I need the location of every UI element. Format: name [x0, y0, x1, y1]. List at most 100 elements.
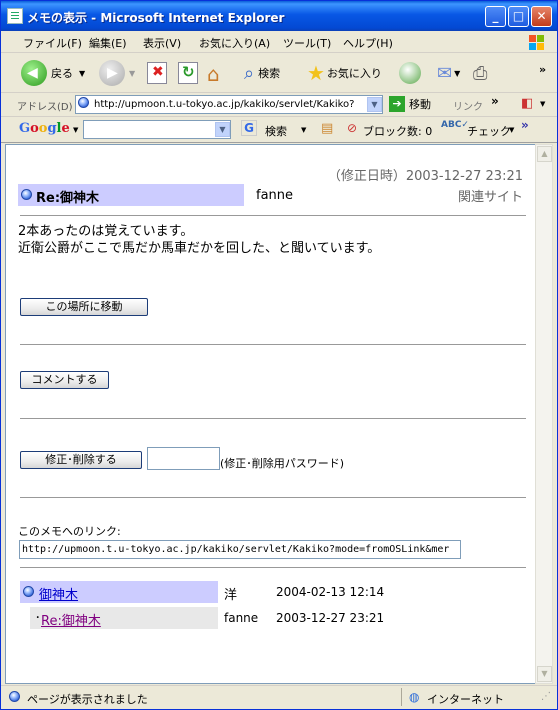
favorites-star-icon: ★ [307, 61, 325, 85]
google-search-input[interactable] [83, 120, 231, 139]
memo-globe-icon [21, 189, 32, 200]
go-button[interactable]: ➔ 移動 [389, 96, 431, 112]
modified-datetime: （修正日時）2003-12-27 23:21 [327, 169, 523, 184]
google-menu-dropdown-icon[interactable]: ▼ [73, 126, 78, 134]
thread-date: 2003-12-27 23:21 [276, 611, 385, 625]
history-icon [399, 62, 421, 84]
window-title: メモの表示 - Microsoft Internet Explorer [27, 11, 285, 25]
divider [20, 215, 526, 216]
links-label[interactable]: リンク [453, 98, 483, 113]
notepad-icon [7, 8, 23, 24]
back-arrow-icon: ◀ [21, 60, 47, 86]
thread-date: 2004-02-13 12:14 [276, 585, 385, 599]
menu-tools[interactable]: ツール(T) [283, 35, 331, 51]
forward-dropdown-icon[interactable]: ▼ [129, 69, 135, 78]
resize-grip-icon[interactable]: ⋰ [541, 691, 551, 702]
translate-dropdown-icon[interactable]: ▼ [540, 100, 545, 108]
search-button[interactable]: ⌕ 検索 [244, 59, 280, 87]
memo-author: fanne [256, 188, 294, 203]
thread-link-root[interactable]: 御神木 [39, 584, 78, 603]
thread-item-reply-bg: ･ Re:御神木 [30, 607, 218, 629]
google-toolbar: Google ▼ ▼ G 検索 ▼ ▤ ⊘ ブロック数: 0 ABC✓ チェック… [1, 117, 557, 143]
close-button[interactable]: ✕ [531, 6, 552, 27]
search-label: 検索 [258, 67, 281, 80]
popup-blocker-icon: ⊘ [347, 121, 358, 135]
go-label: 移動 [409, 98, 431, 111]
forward-button[interactable]: ▶ ▼ [99, 59, 135, 87]
address-url: http://upmoon.t.u-tokyo.ac.jp/kakiko/ser… [94, 99, 355, 110]
vertical-scrollbar[interactable]: ▲ ▼ [535, 144, 553, 684]
print-button[interactable]: ⎙ [473, 59, 487, 87]
menu-edit[interactable]: 編集(E) [89, 35, 127, 51]
mail-button[interactable]: ✉ ▼ [437, 59, 460, 87]
edit-delete-button[interactable]: 修正･削除する [20, 451, 142, 469]
toolbar-more-icon[interactable]: » [539, 55, 546, 83]
title-bar[interactable]: メモの表示 - Microsoft Internet Explorer _ □ … [1, 1, 557, 31]
status-divider [401, 688, 402, 706]
thread-author: 洋 [224, 588, 238, 603]
maximize-button[interactable]: □ [508, 6, 529, 27]
related-sites-link[interactable]: 関連サイト [458, 186, 523, 205]
address-bar: アドレス(D) http://upmoon.t.u-tokyo.ac.jp/ka… [1, 93, 557, 117]
internet-zone-icon: ◍ [409, 690, 420, 704]
divider [20, 418, 526, 419]
back-dropdown-icon[interactable]: ▼ [79, 69, 85, 78]
scroll-up-icon[interactable]: ▲ [537, 146, 552, 162]
back-button[interactable]: ◀ 戻る ▼ [21, 59, 85, 87]
home-button[interactable]: ⌂ [207, 59, 227, 87]
forward-arrow-icon: ▶ [99, 60, 125, 86]
browser-window: メモの表示 - Microsoft Internet Explorer _ □ … [0, 0, 558, 710]
memo-title-bar: Re:御神木 [18, 184, 244, 206]
google-more-icon[interactable]: » [521, 118, 529, 132]
minimize-button[interactable]: _ [485, 6, 506, 27]
printer-icon: ⎙ [473, 62, 488, 84]
memo-link-label: このメモへのリンク: [18, 525, 121, 538]
memo-body-line: 近衛公爵がここで馬だか馬車だかを回した、と聞いています。 [18, 241, 381, 256]
status-bar: ページが表示されました ◍ インターネット ⋰ [1, 685, 557, 709]
memo-link-field[interactable]: http://upmoon.t.u-tokyo.ac.jp/kakiko/ser… [19, 540, 461, 559]
memo-body: 2本あったのは覚えています。 近衛公爵がここで馬だか馬車だかを回した、と聞いてい… [18, 223, 380, 257]
go-arrow-icon: ➔ [389, 96, 405, 112]
google-search-dropdown-icon[interactable]: ▼ [215, 122, 230, 137]
google-g-icon[interactable]: G [241, 120, 257, 136]
menu-view[interactable]: 表示(V) [143, 35, 181, 51]
page-status-icon [9, 691, 20, 702]
address-dropdown-icon[interactable]: ▼ [367, 97, 382, 112]
history-button[interactable] [399, 59, 421, 87]
popup-blocked-count[interactable]: ブロック数: 0 [363, 123, 432, 139]
comment-button[interactable]: コメントする [20, 371, 109, 389]
scroll-down-icon[interactable]: ▼ [537, 666, 552, 682]
bullet-icon: ･ [35, 611, 41, 624]
stop-icon: ✖ [147, 62, 167, 84]
thread-globe-icon [23, 586, 34, 597]
pagerank-icon[interactable]: ▤ [321, 121, 333, 136]
divider [20, 497, 526, 498]
menu-help[interactable]: ヘルプ(H) [343, 35, 393, 51]
menu-favorites[interactable]: お気に入り(A) [199, 35, 270, 51]
spellcheck-button[interactable]: チェック [467, 123, 511, 139]
divider [20, 344, 526, 345]
memo-title: Re:御神木 [36, 191, 100, 206]
links-more-icon[interactable]: » [491, 94, 499, 108]
mail-dropdown-icon[interactable]: ▼ [454, 69, 460, 78]
spellcheck-icon: ABC✓ [441, 120, 469, 130]
google-search-button[interactable]: 検索 [265, 123, 287, 139]
ie-page-icon [78, 97, 89, 108]
thread-link-reply[interactable]: Re:御神木 [41, 610, 101, 629]
move-to-location-button[interactable]: この場所に移動 [20, 298, 148, 316]
home-icon: ⌂ [207, 62, 220, 86]
google-logo[interactable]: Google [19, 121, 70, 136]
menu-file[interactable]: ファイル(F) [23, 35, 82, 51]
password-input[interactable] [147, 447, 220, 470]
favorites-button[interactable]: ★ お気に入り [307, 59, 382, 87]
refresh-button[interactable]: ↻ [178, 59, 198, 87]
favorites-label: お気に入り [326, 67, 382, 80]
spellcheck-dropdown-icon[interactable]: ▼ [509, 126, 514, 134]
page-content: （修正日時）2003-12-27 23:21 Re:御神木 fanne 関連サイ… [5, 144, 535, 684]
google-search-dropdown-arrow-icon[interactable]: ▼ [301, 126, 306, 134]
back-label: 戻る [51, 67, 73, 80]
password-hint: (修正･削除用パスワード) [220, 457, 345, 470]
address-input[interactable]: http://upmoon.t.u-tokyo.ac.jp/kakiko/ser… [75, 95, 383, 114]
stop-button[interactable]: ✖ [147, 59, 167, 87]
translate-icon[interactable]: ◧ [521, 96, 533, 111]
